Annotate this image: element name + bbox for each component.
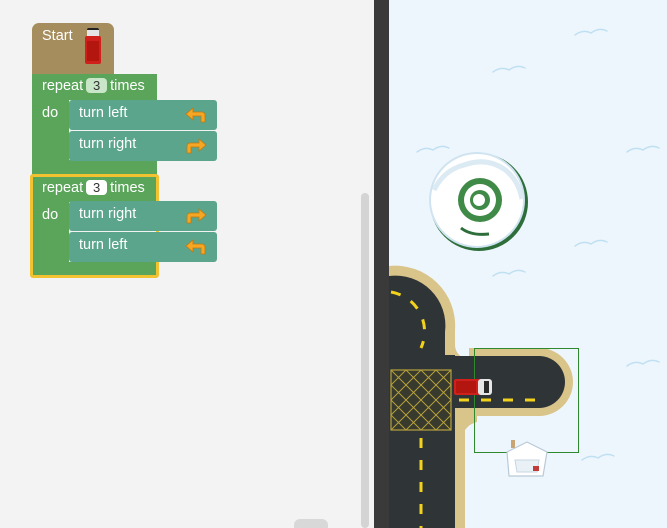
turn-block-label: turn right: [79, 136, 137, 152]
trash-can-icon[interactable]: [294, 519, 328, 528]
game-stage: [389, 0, 667, 528]
snowy-tree-icon: [429, 152, 528, 251]
snow-house-icon: [506, 440, 548, 477]
turn-left-arrow-icon: [185, 107, 206, 123]
repeat-block-footer: [32, 262, 157, 276]
repeat-label: repeat: [42, 180, 84, 196]
turn-block-label: turn right: [79, 206, 137, 222]
red-truck-icon: [454, 379, 492, 395]
turn-left-block[interactable]: turn left: [69, 232, 217, 262]
workspace-scrollbar[interactable]: [361, 193, 369, 528]
turn-right-arrow-icon: [186, 138, 207, 154]
turn-left-arrow-icon: [185, 239, 206, 255]
repeat-header-text: repeat 3 times: [42, 180, 145, 196]
repeat-label: repeat: [42, 78, 84, 94]
red-car-icon: [85, 28, 101, 64]
repeat-count-field[interactable]: 3: [86, 180, 108, 195]
blockly-workspace[interactable]: Start repeat 3 times do turn left turn rig…: [0, 0, 374, 528]
repeat-count-field[interactable]: 3: [86, 78, 108, 93]
turn-block-label: turn left: [79, 105, 128, 121]
turn-right-block[interactable]: turn right: [69, 131, 217, 161]
do-label: do: [42, 207, 59, 223]
turn-right-block[interactable]: turn right: [69, 201, 217, 231]
turn-right-arrow-icon: [186, 208, 207, 224]
times-label: times: [110, 180, 145, 196]
turn-block-label: turn left: [79, 237, 128, 253]
panel-divider[interactable]: [374, 0, 389, 528]
times-label: times: [110, 78, 145, 94]
turn-left-block[interactable]: turn left: [69, 100, 217, 130]
repeat-header-text: repeat 3 times: [42, 78, 145, 94]
start-block[interactable]: Start: [32, 23, 114, 74]
start-label: Start: [42, 28, 73, 44]
do-label: do: [42, 105, 59, 121]
